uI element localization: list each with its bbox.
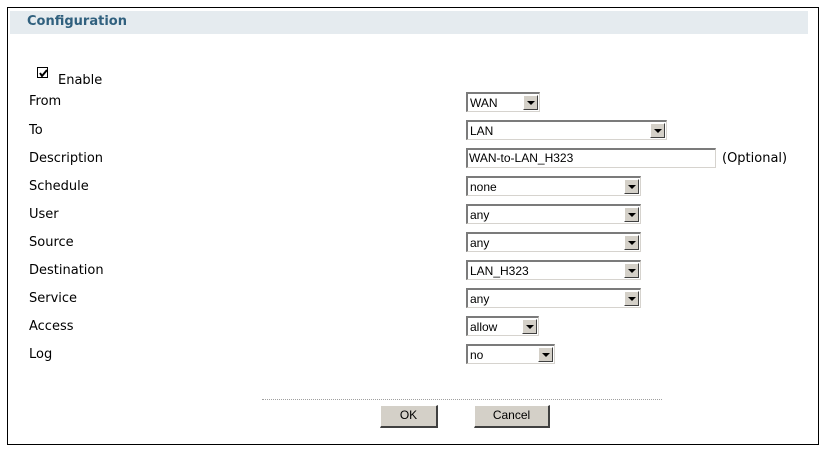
cancel-button[interactable]: Cancel: [474, 405, 550, 428]
description-label: Description: [29, 151, 104, 166]
user-value: any: [470, 208, 490, 222]
log-label: Log: [29, 347, 53, 362]
from-label: From: [29, 94, 62, 109]
to-select[interactable]: LAN: [466, 120, 667, 140]
source-select[interactable]: any: [466, 232, 641, 252]
user-label: User: [29, 207, 59, 222]
service-label: Service: [29, 291, 78, 306]
enable-label: Enable: [58, 73, 103, 88]
chevron-down-icon[interactable]: [624, 291, 639, 306]
access-label: Access: [29, 319, 74, 334]
schedule-value: none: [470, 180, 497, 194]
log-select[interactable]: no: [466, 344, 555, 364]
chevron-down-icon[interactable]: [624, 235, 639, 250]
chevron-down-icon[interactable]: [522, 319, 537, 334]
from-value: WAN: [470, 96, 498, 110]
user-select[interactable]: any: [466, 204, 641, 224]
destination-label: Destination: [29, 263, 104, 278]
destination-value: LAN_H323: [470, 264, 529, 278]
service-select[interactable]: any: [466, 288, 641, 308]
chevron-down-icon[interactable]: [624, 179, 639, 194]
optional-note: (Optional): [722, 151, 788, 166]
chevron-down-icon[interactable]: [624, 263, 639, 278]
source-label: Source: [29, 235, 74, 250]
chevron-down-icon[interactable]: [538, 347, 553, 362]
schedule-label: Schedule: [29, 179, 89, 194]
section-title: Configuration: [27, 14, 127, 29]
schedule-select[interactable]: none: [466, 176, 641, 196]
chevron-down-icon[interactable]: [523, 95, 538, 110]
description-input[interactable]: WAN-to-LAN_H323: [466, 148, 716, 168]
section-header: Configuration: [10, 11, 808, 34]
log-value: no: [470, 348, 484, 362]
to-label: To: [29, 123, 43, 138]
chevron-down-icon[interactable]: [650, 123, 665, 138]
configuration-panel: [7, 7, 819, 445]
from-select[interactable]: WAN: [466, 92, 540, 112]
destination-select[interactable]: LAN_H323: [466, 260, 641, 280]
service-value: any: [470, 292, 490, 306]
access-select[interactable]: allow: [466, 316, 539, 336]
chevron-down-icon[interactable]: [624, 207, 639, 222]
access-value: allow: [470, 320, 498, 334]
enable-checkbox[interactable]: [37, 67, 48, 78]
to-value: LAN: [470, 124, 494, 138]
checkmark-icon: [39, 69, 48, 78]
source-value: any: [470, 236, 490, 250]
divider: [262, 399, 662, 400]
ok-button[interactable]: OK: [380, 405, 438, 428]
